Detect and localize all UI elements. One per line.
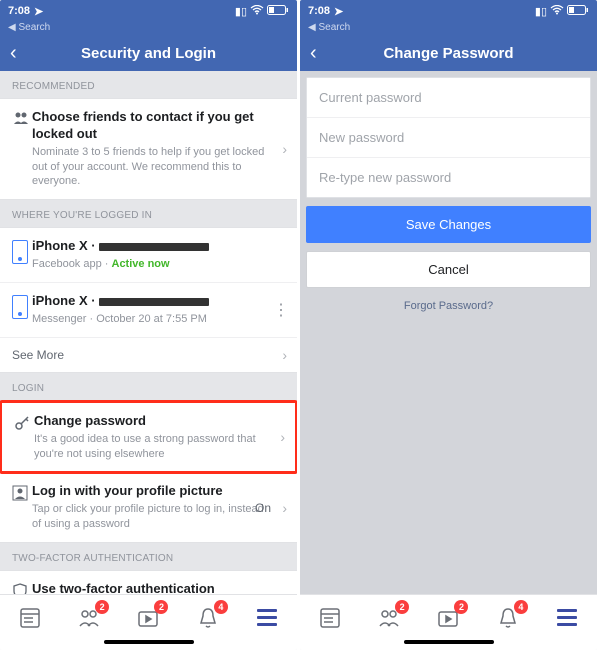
tab-friends[interactable]: 2 (75, 604, 103, 632)
row-choose-friends[interactable]: Choose friends to contact if you get loc… (0, 99, 297, 199)
badge: 2 (154, 600, 168, 614)
tab-menu[interactable] (553, 604, 581, 632)
tab-feed[interactable] (316, 604, 344, 632)
cancel-button[interactable]: Cancel (306, 251, 591, 288)
save-changes-button[interactable]: Save Changes (306, 206, 591, 243)
screen-security-and-login: 7:08 ➤ ▮▯ ◀ Search ‹ Security and Login … (0, 0, 297, 650)
location-arrow-icon: ➤ (334, 5, 343, 18)
toggle-state: On (255, 501, 271, 515)
badge: 4 (214, 600, 228, 614)
location-arrow-icon: ➤ (34, 5, 43, 18)
status-bar: 7:08 ➤ ▮▯ (0, 0, 297, 22)
password-form (306, 77, 591, 198)
tab-bar: 2 2 4 (0, 594, 297, 640)
section-header-recommended: RECOMMENDED (0, 71, 297, 98)
status-time: 7:08 (8, 5, 30, 17)
tab-menu[interactable] (253, 604, 281, 632)
session-device: iPhone X · (32, 293, 269, 310)
row-see-more[interactable]: See More › (0, 338, 297, 372)
tab-watch[interactable]: 2 (434, 604, 462, 632)
hamburger-icon (557, 609, 577, 626)
row-session-2[interactable]: iPhone X · Messenger · October 20 at 7:5… (0, 283, 297, 338)
tab-watch[interactable]: 2 (134, 604, 162, 632)
header: ‹ Security and Login (0, 35, 297, 71)
signal-icon: ▮▯ (535, 5, 547, 18)
page-title: Change Password (300, 45, 597, 62)
signal-icon: ▮▯ (235, 5, 247, 18)
badge: 2 (454, 600, 468, 614)
page-title: Security and Login (0, 45, 297, 62)
battery-icon (567, 5, 589, 18)
new-password-input[interactable] (307, 118, 590, 158)
section-header-login: LOGIN (0, 373, 297, 400)
badge: 2 (95, 600, 109, 614)
home-indicator (0, 640, 297, 650)
profile-picture-icon (12, 485, 32, 504)
row-two-factor[interactable]: Use two-factor authentication Log in wit… (0, 571, 297, 594)
home-indicator (300, 640, 597, 650)
chevron-right-icon: › (282, 347, 287, 363)
row-title: Choose friends to contact if you get loc… (32, 109, 269, 143)
phone-icon (12, 295, 32, 319)
tab-friends[interactable]: 2 (375, 604, 403, 632)
chevron-right-icon: › (282, 500, 287, 516)
row-session-1[interactable]: iPhone X · Facebook app · Active now (0, 228, 297, 283)
row-title: Change password (34, 413, 267, 430)
settings-list: RECOMMENDED Choose friends to contact if… (0, 71, 297, 594)
row-subtitle: Nominate 3 to 5 friends to help if you g… (32, 145, 269, 190)
kebab-icon[interactable]: ⋮ (273, 300, 287, 320)
row-subtitle: It's a good idea to use a strong passwor… (34, 432, 267, 462)
session-detail: Facebook app · Active now (32, 257, 269, 272)
badge: 2 (395, 600, 409, 614)
friends-icon (12, 111, 32, 128)
status-time: 7:08 (308, 5, 330, 17)
header: ‹ Change Password (300, 35, 597, 71)
battery-icon (267, 5, 289, 18)
section-header-where: WHERE YOU'RE LOGGED IN (0, 200, 297, 227)
row-title: Use two-factor authentication (32, 581, 269, 594)
row-change-password[interactable]: Change password It's a good idea to use … (2, 403, 295, 472)
back-to-search[interactable]: ◀ Search (0, 22, 297, 35)
back-button[interactable]: ‹ (310, 42, 317, 65)
session-detail: Messenger · October 20 at 7:55 PM (32, 312, 269, 327)
retype-password-input[interactable] (307, 158, 590, 197)
tab-notifications[interactable]: 4 (494, 604, 522, 632)
row-login-with-picture[interactable]: Log in with your profile picture Tap or … (0, 473, 297, 542)
tab-feed[interactable] (16, 604, 44, 632)
chevron-right-icon: › (280, 429, 285, 445)
shield-icon (12, 583, 32, 594)
key-icon (14, 415, 34, 434)
forgot-password-link[interactable]: Forgot Password? (300, 300, 597, 312)
back-button[interactable]: ‹ (10, 42, 17, 65)
row-subtitle: Tap or click your profile picture to log… (32, 502, 269, 532)
row-title: Log in with your profile picture (32, 483, 269, 500)
session-device: iPhone X · (32, 238, 269, 255)
badge: 4 (514, 600, 528, 614)
section-header-tfa: TWO-FACTOR AUTHENTICATION (0, 543, 297, 570)
status-bar: 7:08 ➤ ▮▯ (300, 0, 597, 22)
chevron-right-icon: › (282, 141, 287, 157)
tab-notifications[interactable]: 4 (194, 604, 222, 632)
current-password-input[interactable] (307, 78, 590, 118)
back-to-search[interactable]: ◀ Search (300, 22, 597, 35)
wifi-icon (550, 5, 564, 18)
hamburger-icon (257, 609, 277, 626)
wifi-icon (250, 5, 264, 18)
phone-icon (12, 240, 32, 264)
tab-bar: 2 2 4 (300, 594, 597, 640)
screen-change-password: 7:08 ➤ ▮▯ ◀ Search ‹ Change Password Sav… (300, 0, 597, 650)
